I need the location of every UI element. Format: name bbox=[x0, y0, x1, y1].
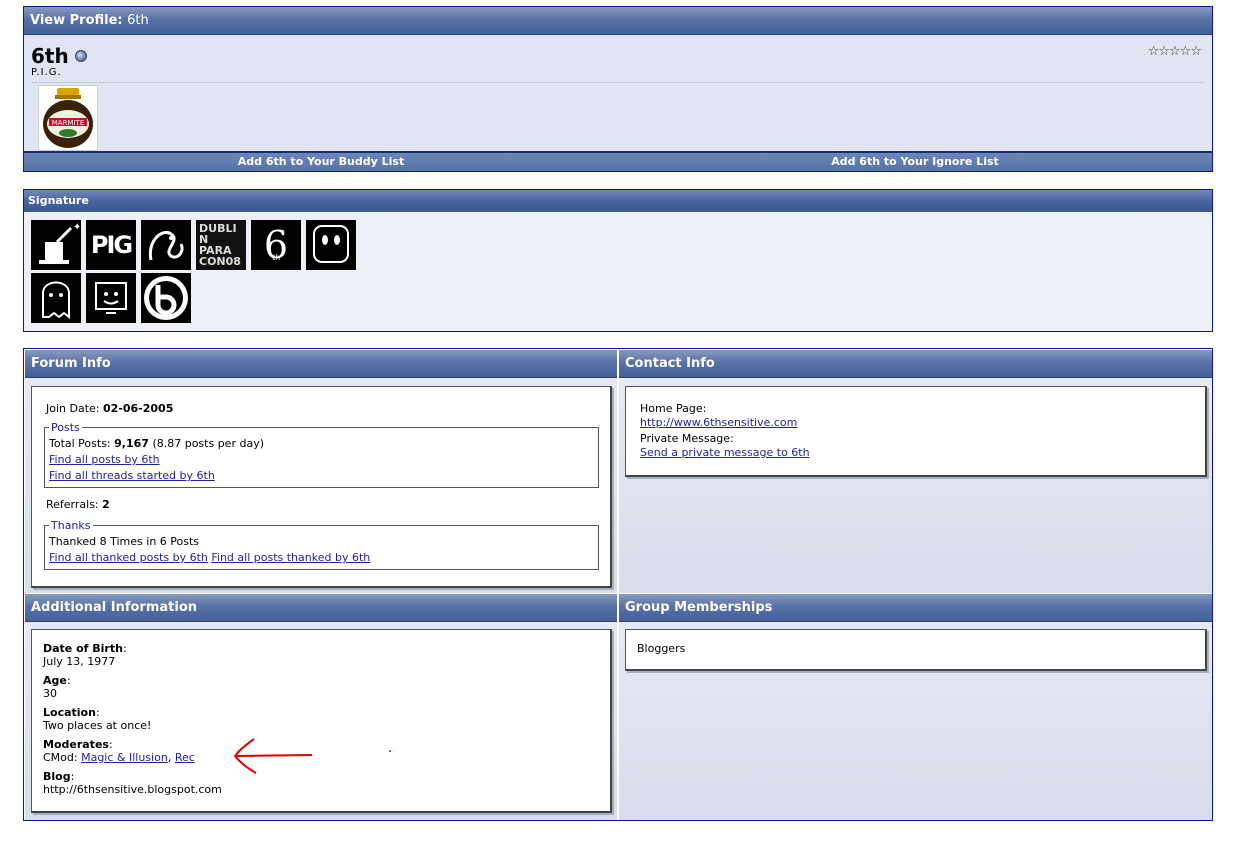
profile-actions-bar: Add 6th to Your Buddy List Add 6th to Yo… bbox=[24, 151, 1212, 171]
add-ignore-link[interactable]: Add 6th to Your Ignore List bbox=[618, 153, 1212, 171]
find-posts-thanked-link[interactable]: Find all posts thanked by 6th bbox=[211, 551, 370, 564]
dob-value: July 13, 1977 bbox=[43, 655, 116, 668]
colon: : bbox=[95, 706, 100, 719]
posts-fieldset: Posts Total Posts: 9,167 (8.87 posts per… bbox=[44, 421, 599, 488]
add-buddy-link[interactable]: Add 6th to Your Buddy List bbox=[24, 153, 618, 171]
posts-per-day: (8.87 posts per day) bbox=[152, 437, 264, 450]
blog-value: http://6thsensitive.blogspot.com bbox=[43, 783, 222, 796]
contact-info-header: Contact Info bbox=[619, 350, 1212, 378]
age-label: Age bbox=[43, 674, 67, 687]
six-logo-sub: th bbox=[272, 253, 281, 262]
info-grid: Forum Info Join Date: 02-06-2005 Posts T… bbox=[23, 348, 1213, 821]
group-item: Bloggers bbox=[637, 642, 686, 655]
username: 6th bbox=[31, 44, 69, 68]
colon: : bbox=[66, 674, 71, 687]
online-status-icon bbox=[74, 50, 87, 62]
colon: : bbox=[108, 738, 113, 751]
moderated-forum-link-magic[interactable]: Magic & Illusion bbox=[81, 751, 168, 764]
magic-hat-icon: ✦ bbox=[31, 220, 81, 270]
join-date-label: Join Date: bbox=[46, 402, 100, 415]
group-memberships-panel: Group Memberships Bloggers bbox=[619, 594, 1212, 820]
contact-info-box: Home Page: http://www.6thsensitive.com P… bbox=[625, 386, 1207, 477]
reputation-stars: ☆☆☆☆☆ bbox=[1147, 44, 1202, 59]
age-value: 30 bbox=[43, 687, 57, 700]
private-message-label: Private Message: bbox=[640, 432, 734, 445]
total-posts-value: 9,167 bbox=[114, 437, 149, 450]
location-value: Two places at once! bbox=[43, 719, 152, 732]
profile-box: View Profile: 6th 6th P.I.G. ☆☆☆☆☆ MARMI… bbox=[23, 6, 1213, 172]
paracon-text: DUBLIN PARA CON08 bbox=[199, 222, 241, 268]
signature-box: Signature ✦ PIG DUBLIN PARA CON08 6 th bbox=[23, 189, 1213, 332]
thanks-legend: Thanks bbox=[51, 519, 91, 532]
blog-label: Blog bbox=[43, 770, 71, 783]
moderated-forum-link-rec[interactable]: Rec bbox=[175, 751, 195, 764]
find-threads-link[interactable]: Find all threads started by 6th bbox=[49, 469, 215, 482]
contact-info-panel: Contact Info Home Page: http://www.6thse… bbox=[619, 350, 1212, 593]
additional-info-panel: Additional Information Date of Birth: Ju… bbox=[25, 594, 617, 820]
dublin-paracon-logo: DUBLIN PARA CON08 bbox=[196, 220, 246, 270]
cmod-label: CMod: bbox=[43, 751, 78, 764]
posts-legend: Posts bbox=[51, 421, 80, 434]
referrals-value: 2 bbox=[102, 498, 110, 511]
colon: : bbox=[70, 770, 75, 783]
view-profile-header: View Profile: 6th bbox=[24, 7, 1212, 35]
colon: : bbox=[122, 642, 127, 655]
forum-info-panel: Forum Info Join Date: 02-06-2005 Posts T… bbox=[25, 350, 617, 593]
join-date-value: 02-06-2005 bbox=[103, 402, 174, 415]
avatar: MARMITE bbox=[38, 85, 98, 151]
group-memberships-box: Bloggers bbox=[625, 629, 1207, 671]
red-annotation-arrow bbox=[233, 738, 391, 774]
home-page-label: Home Page: bbox=[640, 402, 707, 415]
tv-face-icon bbox=[86, 273, 136, 323]
signature-header: Signature bbox=[24, 190, 1212, 212]
send-pm-link[interactable]: Send a private message to 6th bbox=[640, 446, 810, 459]
header-label: View Profile bbox=[30, 13, 118, 28]
moderates-label: Moderates bbox=[43, 738, 109, 751]
profile-body: 6th P.I.G. ☆☆☆☆☆ MARMITE bbox=[31, 42, 1205, 151]
thanks-fieldset: Thanks Thanked 8 Times in 6 Posts Find a… bbox=[44, 519, 599, 570]
additional-info-box: Date of Birth: July 13, 1977 Age: 30 Loc… bbox=[31, 629, 612, 813]
referrals-label: Referrals: bbox=[46, 498, 99, 511]
avatar-label: MARMITE bbox=[52, 119, 85, 127]
blogger-b-icon bbox=[141, 273, 191, 323]
location-label: Location bbox=[43, 706, 96, 719]
pig-logo-text: PIG bbox=[90, 231, 133, 259]
header-username: 6th bbox=[127, 13, 149, 28]
six-logo: 6 th bbox=[251, 220, 301, 270]
ghost-icon bbox=[31, 273, 81, 323]
user-title: P.I.G. bbox=[31, 67, 62, 78]
group-memberships-header: Group Memberships bbox=[619, 594, 1212, 622]
home-page-link[interactable]: http://www.6thsensitive.com bbox=[640, 416, 797, 429]
svg-text:✦: ✦ bbox=[73, 222, 81, 233]
dob-label: Date of Birth bbox=[43, 642, 123, 655]
pig-logo: PIG bbox=[86, 220, 136, 270]
forum-info-box: Join Date: 02-06-2005 Posts Total Posts:… bbox=[31, 386, 612, 588]
forum-info-header: Forum Info bbox=[25, 350, 617, 378]
thanked-text: Thanked 8 Times in 6 Posts bbox=[49, 535, 200, 548]
total-posts-label: Total Posts: bbox=[49, 437, 111, 450]
additional-info-header: Additional Information bbox=[25, 594, 617, 622]
mod-separator: , bbox=[167, 751, 172, 764]
header-sep: : bbox=[117, 13, 123, 28]
ghost-face-icon bbox=[306, 220, 356, 270]
squiggle-icon bbox=[141, 220, 191, 270]
find-posts-link[interactable]: Find all posts by 6th bbox=[49, 453, 160, 466]
find-thanked-posts-link[interactable]: Find all thanked posts by 6th bbox=[49, 551, 208, 564]
